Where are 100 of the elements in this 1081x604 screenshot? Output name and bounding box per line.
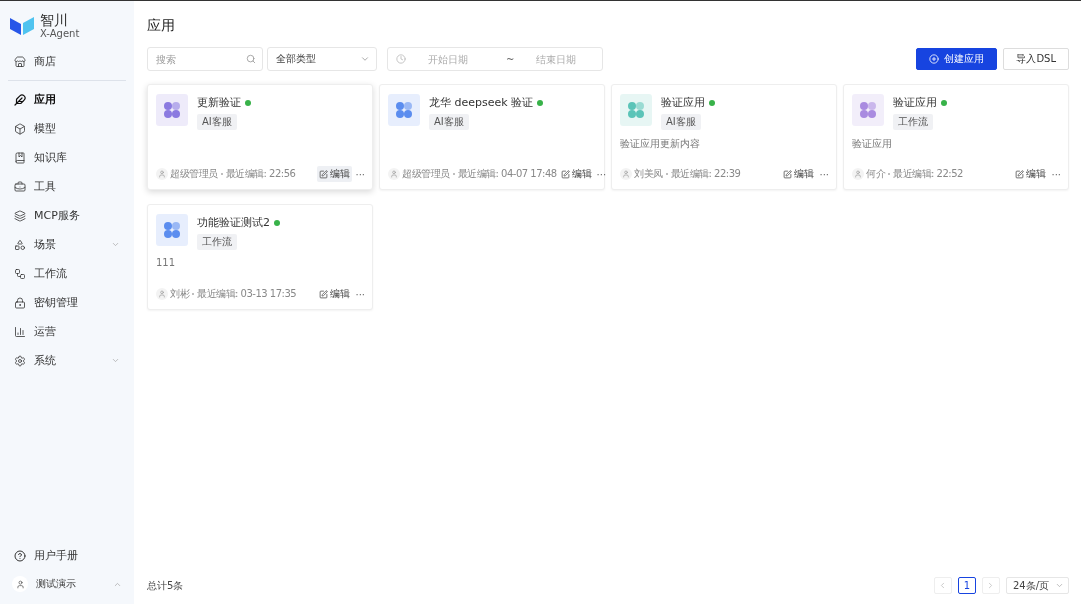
page-button[interactable]: 1 <box>957 577 976 594</box>
user-name[interactable]: 测试演示 <box>36 577 105 591</box>
search-icon <box>246 54 256 64</box>
sidebar-item[interactable]: 知识库 <box>8 143 126 173</box>
type-select[interactable]: 全部类型 <box>267 47 377 71</box>
toolbox-icon <box>14 180 26 193</box>
clover-icon <box>859 101 877 119</box>
sidebar-item[interactable]: 商店 <box>8 47 126 77</box>
author-name: 刘彬 <box>170 287 189 301</box>
app-type-tag: 工作流 <box>197 234 237 250</box>
next-page-button[interactable] <box>981 577 1000 594</box>
lock-icon <box>14 296 26 309</box>
plus-icon <box>929 54 940 64</box>
book-icon <box>14 151 26 164</box>
author-name: 何介 <box>866 167 885 181</box>
app-type-tag: AI客服 <box>661 114 701 130</box>
edit-time: 最近编辑: 22:52 <box>893 167 963 181</box>
help-icon <box>14 549 26 562</box>
search-field[interactable]: 搜索 <box>147 47 263 71</box>
edit-button[interactable]: 编辑 <box>781 166 817 182</box>
cube-icon <box>14 122 26 135</box>
author-name: 超级管理员 <box>170 167 218 181</box>
user-icon <box>620 168 632 180</box>
sidebar-item[interactable]: 工作流 <box>8 259 126 289</box>
brand-subtitle: X-Agent <box>40 28 80 40</box>
clover-icon <box>395 101 413 119</box>
status-dot <box>274 219 280 226</box>
store-icon <box>14 55 26 68</box>
app-description: 验证应用更新内容 <box>620 138 700 149</box>
clover-icon <box>163 101 181 119</box>
chevron-icon <box>360 54 370 64</box>
sidebar-item[interactable]: 密钥管理 <box>8 288 126 318</box>
end-date-field[interactable]: 结束日期 <box>534 52 595 66</box>
edit-time: 最近编辑: 22:56 <box>225 167 296 181</box>
sidebar-item[interactable]: 运营 <box>8 317 126 347</box>
import-button[interactable]: 导入DSL <box>1003 48 1069 70</box>
help-link[interactable]: 用户手册 <box>8 541 126 570</box>
edit-icon <box>560 169 570 179</box>
feather-icon <box>14 93 26 106</box>
settings-icon <box>14 354 26 367</box>
clover-icon <box>627 101 645 119</box>
edit-button[interactable]: 编辑 <box>1013 166 1049 182</box>
total-count: 总计5条 <box>147 578 184 593</box>
create-app-button[interactable]: 创建应用 <box>916 48 998 70</box>
brand-logo-icon <box>10 16 34 37</box>
sidebar-item[interactable]: 场景 <box>8 230 126 260</box>
start-date-field[interactable]: 开始日期 <box>426 52 486 66</box>
avatar-icon <box>12 576 28 592</box>
more-button[interactable]: ··· <box>818 168 830 180</box>
edit-button[interactable]: 编辑 <box>317 166 353 182</box>
app-type-tag: 工作流 <box>893 114 933 130</box>
status-dot <box>537 99 544 106</box>
edit-icon <box>1015 169 1025 179</box>
edit-time: 最近编辑: 03-13 17:35 <box>197 287 297 301</box>
more-button[interactable]: ··· <box>1050 168 1062 180</box>
app-type-tag: AI客服 <box>197 114 237 130</box>
sidebar-item[interactable]: 模型 <box>8 114 126 144</box>
workflow-icon <box>14 267 26 280</box>
chevron-icon <box>1055 581 1064 590</box>
app-card[interactable]: 更新验证 AI客服 超级管理员 最近编辑: 22:56 编辑 ··· <box>147 84 373 190</box>
app-card[interactable]: 龙华 deepseek 验证 AI客服 超级管理员 最近编辑: 04-07 17:48 编辑 ··· <box>379 84 605 190</box>
clock-icon <box>396 54 406 64</box>
app-name: 更新验证 <box>197 95 241 110</box>
prev-page-button[interactable] <box>933 577 952 594</box>
edit-button[interactable]: 编辑 <box>317 286 353 302</box>
app-description: 验证应用 <box>852 138 892 149</box>
app-card[interactable]: 功能验证测试2 工作流 111 刘彬 最近编辑: 03-13 17:35 编辑 ··· <box>147 204 373 310</box>
page-size-select[interactable]: 24条/页 <box>1005 577 1069 594</box>
shapes-icon <box>14 238 26 251</box>
user-icon <box>156 168 168 180</box>
app-card[interactable]: 验证应用 工作流 验证应用 何介 最近编辑: 22:52 编辑 ··· <box>843 84 1069 190</box>
brand-name: 智川 <box>40 13 69 29</box>
layers-icon <box>14 209 26 222</box>
edit-icon <box>319 169 329 179</box>
author-name: 刘美凤 <box>634 167 663 181</box>
app-card[interactable]: 验证应用 AI客服 验证应用更新内容 刘美凤 最近编辑: 22:39 编辑 ··· <box>611 84 837 190</box>
app-name: 龙华 deepseek 验证 <box>429 95 534 110</box>
app-description: 111 <box>156 257 176 268</box>
user-icon <box>156 288 168 300</box>
author-name: 超级管理员 <box>402 167 450 181</box>
edit-button[interactable]: 编辑 <box>558 166 594 182</box>
date-range-field[interactable]: 开始日期 ~ 结束日期 <box>387 47 604 71</box>
status-dot <box>245 99 251 106</box>
more-button[interactable]: ··· <box>354 288 366 300</box>
range-separator: ~ <box>505 53 516 65</box>
app-name: 验证应用 <box>661 95 705 110</box>
app-type-tag: AI客服 <box>429 114 469 130</box>
edit-time: 最近编辑: 04-07 17:48 <box>457 167 557 181</box>
edit-icon <box>319 289 329 299</box>
sidebar-item[interactable]: 工具 <box>8 172 126 202</box>
status-dot <box>941 99 947 106</box>
app-name: 验证应用 <box>893 95 937 110</box>
more-button[interactable]: ··· <box>354 168 366 180</box>
page-title: 应用 <box>147 17 176 35</box>
more-button[interactable]: ··· <box>595 168 608 180</box>
sidebar-item[interactable]: MCP服务 <box>8 201 126 231</box>
sidebar-item[interactable]: 系统 <box>8 346 126 376</box>
sidebar-item[interactable]: 应用 <box>8 85 126 115</box>
user-icon <box>852 168 864 180</box>
edit-icon <box>783 169 793 179</box>
